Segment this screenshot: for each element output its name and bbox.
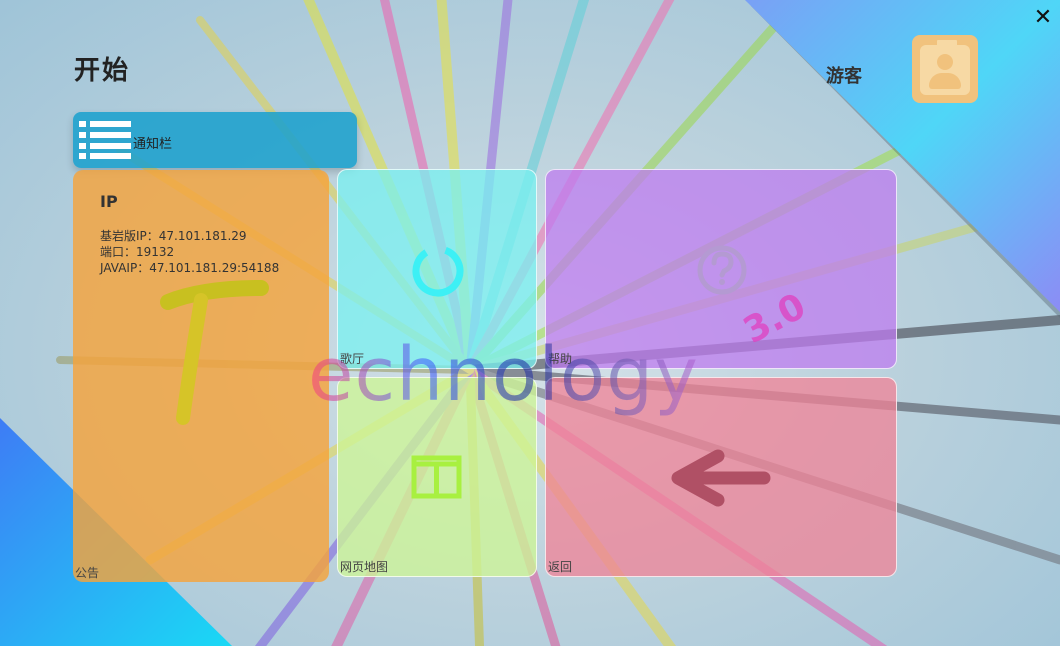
user-badge-icon (920, 45, 970, 95)
back-label: 返回 (548, 560, 573, 574)
help-tile[interactable]: 帮助 (545, 169, 897, 369)
announcement-tile[interactable]: IP 基岩版IP：47.101.181.29 端口：19132 JAVAIP：4… (73, 170, 329, 582)
web-map-label: 网页地图 (340, 560, 389, 574)
notice-bar[interactable]: 通知栏 (73, 112, 357, 168)
page-title: 开始 (74, 56, 131, 86)
bedrock-ip: 基岩版IP：47.101.181.29 (100, 229, 247, 243)
avatar[interactable] (912, 35, 978, 103)
loading-ring-icon (412, 245, 464, 297)
question-circle-icon (697, 245, 747, 295)
ip-info: 基岩版IP：47.101.181.29 端口：19132 JAVAIP：47.1… (100, 228, 279, 276)
window-grid-icon (411, 455, 462, 499)
lobby-tile[interactable]: 歌厅 (337, 169, 537, 369)
ip-title: IP (100, 192, 118, 211)
help-label: 帮助 (548, 352, 573, 366)
close-button[interactable]: ✕ (1031, 6, 1055, 30)
lobby-label: 歌厅 (340, 352, 365, 366)
notice-bar-label: 通知栏 (133, 137, 173, 152)
web-map-tile[interactable]: 网页地图 (337, 377, 537, 577)
back-tile[interactable]: 返回 (545, 377, 897, 577)
arrow-left-icon (671, 449, 771, 507)
list-icon (79, 121, 131, 159)
user-name: 游客 (826, 66, 862, 87)
announcement-label: 公告 (75, 566, 100, 580)
java-ip: JAVAIP：47.101.181.29:54188 (100, 261, 280, 275)
port: 端口：19132 (100, 245, 175, 259)
